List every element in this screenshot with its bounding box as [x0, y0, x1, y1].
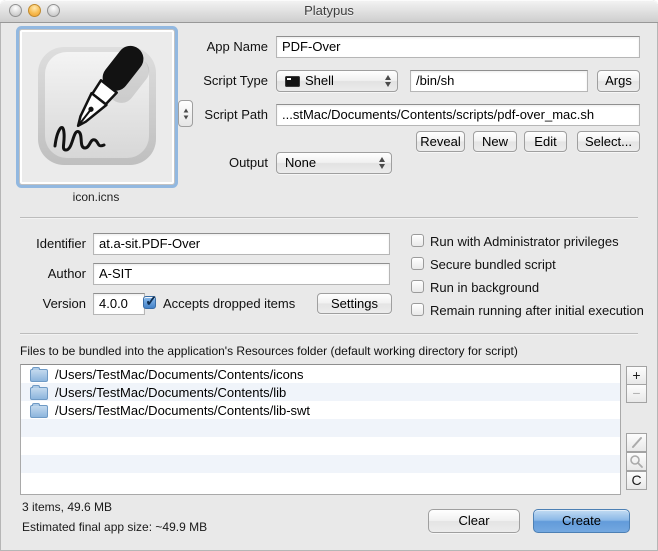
window-title: Platypus — [0, 0, 658, 22]
popup-arrows-icon — [379, 157, 385, 169]
accepts-dropped-label: Accepts dropped items — [163, 296, 295, 311]
contents-button[interactable]: C — [626, 471, 647, 490]
platypus-window: Platypus — [0, 0, 658, 551]
zoom-button-icon[interactable] — [47, 4, 60, 17]
folder-icon — [30, 369, 48, 382]
minimize-button-icon[interactable] — [28, 4, 41, 17]
reveal-file-button[interactable] — [626, 452, 647, 471]
output-label: Output — [110, 152, 268, 174]
select-button[interactable]: Select... — [577, 131, 640, 152]
close-button-icon[interactable] — [9, 4, 22, 17]
author-field[interactable]: A-SIT — [93, 263, 390, 285]
empty-row — [21, 419, 620, 437]
window-controls — [9, 4, 60, 17]
script-type-popup[interactable]: Shell — [276, 70, 398, 92]
author-label: Author — [0, 263, 86, 285]
run-background-label: Run in background — [430, 280, 539, 295]
script-type-label: Script Type — [110, 70, 268, 92]
file-path: /Users/TestMac/Documents/Contents/icons — [55, 367, 304, 382]
empty-row — [21, 437, 620, 455]
interpreter-field[interactable]: /bin/sh — [410, 70, 588, 92]
popup-arrows-icon — [385, 75, 391, 87]
script-path-field[interactable]: ...stMac/Documents/Contents/scripts/pdf-… — [276, 104, 640, 126]
icon-filename-label: icon.icns — [18, 190, 174, 204]
separator — [20, 217, 638, 219]
folder-icon — [30, 405, 48, 418]
items-size-status: 3 items, 49.6 MB — [22, 500, 112, 514]
app-name-field[interactable]: PDF-Over — [276, 36, 640, 58]
version-label: Version — [0, 293, 86, 315]
identifier-label: Identifier — [0, 233, 86, 255]
file-row[interactable]: /Users/TestMac/Documents/Contents/icons — [21, 365, 620, 383]
identifier-field[interactable]: at.a-sit.PDF-Over — [93, 233, 390, 255]
estimated-size-status: Estimated final app size: ~49.9 MB — [22, 520, 207, 534]
accepts-dropped-checkbox[interactable] — [143, 296, 156, 309]
add-file-button[interactable]: + — [626, 366, 647, 385]
settings-button[interactable]: Settings — [317, 293, 392, 314]
output-value: None — [285, 153, 316, 173]
empty-row — [21, 473, 620, 491]
file-row[interactable]: /Users/TestMac/Documents/Contents/lib — [21, 383, 620, 401]
title-bar[interactable]: Platypus — [0, 0, 658, 23]
run-admin-label: Run with Administrator privileges — [430, 234, 619, 249]
version-field[interactable]: 4.0.0 — [93, 293, 145, 315]
remain-running-label: Remain running after initial execution — [430, 303, 644, 318]
new-button[interactable]: New — [473, 131, 517, 152]
output-popup[interactable]: None — [276, 152, 392, 174]
script-type-value: Shell — [305, 71, 334, 91]
create-button[interactable]: Create — [533, 509, 630, 533]
remain-running-checkbox[interactable] — [411, 303, 424, 316]
separator — [20, 333, 638, 335]
folder-icon — [30, 387, 48, 400]
app-name-label: App Name — [110, 36, 268, 58]
args-button[interactable]: Args — [597, 70, 640, 92]
terminal-icon — [285, 76, 300, 87]
file-path: /Users/TestMac/Documents/Contents/lib — [55, 385, 286, 400]
remove-file-button[interactable]: − — [626, 384, 647, 403]
files-section-label: Files to be bundled into the application… — [20, 344, 518, 358]
pencil-icon — [628, 435, 645, 450]
bundled-files-list[interactable]: /Users/TestMac/Documents/Contents/icons … — [20, 364, 621, 495]
file-row[interactable]: /Users/TestMac/Documents/Contents/lib-sw… — [21, 401, 620, 419]
run-admin-checkbox[interactable] — [411, 234, 424, 247]
clear-button[interactable]: Clear — [428, 509, 520, 533]
secure-script-checkbox[interactable] — [411, 257, 424, 270]
reveal-button[interactable]: Reveal — [416, 131, 465, 152]
edit-button[interactable]: Edit — [524, 131, 567, 152]
script-path-label: Script Path — [110, 104, 268, 126]
file-path: /Users/TestMac/Documents/Contents/lib-sw… — [55, 403, 310, 418]
run-background-checkbox[interactable] — [411, 280, 424, 293]
edit-file-button[interactable] — [626, 433, 647, 452]
magnifier-icon — [628, 454, 645, 469]
secure-script-label: Secure bundled script — [430, 257, 556, 272]
empty-row — [21, 455, 620, 473]
